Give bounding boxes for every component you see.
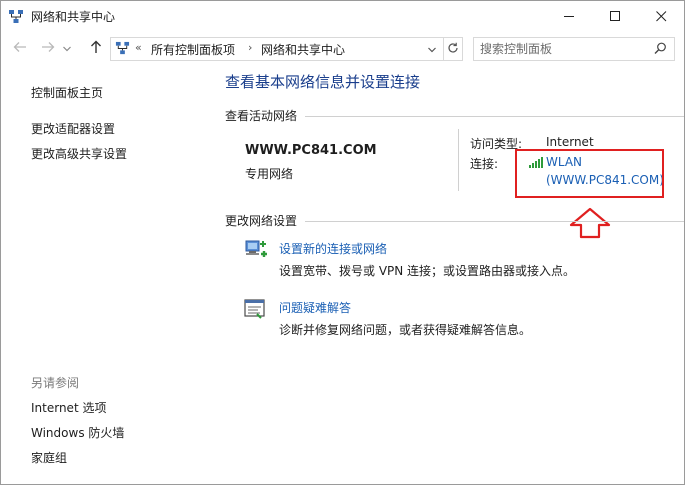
network-center-icon [8,9,24,25]
control-panel-icon [115,41,130,56]
address-bar[interactable]: « 所有控制面板项 › 网络和共享中心 [110,37,463,61]
breadcrumb-overflow[interactable]: « [135,41,142,54]
navigation-bar: « 所有控制面板项 › 网络和共享中心 [1,33,684,63]
troubleshoot-problems-description: 诊断并修复网络问题，或者获得疑难解答信息。 [279,323,532,337]
network-name: WWW.PC841.COM [245,143,377,158]
active-networks-header: 查看活动网络 [225,109,298,123]
sidebar-item-advanced-sharing[interactable]: 更改高级共享设置 [31,145,127,162]
access-type-value: Internet [546,135,594,149]
network-category: 专用网络 [245,167,294,181]
section-divider [305,116,684,117]
annotation-arrow-up-icon [569,207,611,242]
arrow-left-icon [13,41,27,56]
close-button[interactable] [638,1,684,31]
search-icon[interactable] [654,42,667,58]
main-content: 查看基本网络信息并设置连接 查看活动网络 WWW.PC841.COM 专用网络 … [223,65,684,484]
troubleshoot-icon [243,297,267,321]
vertical-divider [458,129,459,191]
chevron-down-icon [63,41,71,55]
window: 网络和共享中心 « 所有控制面板项 › 网络和共享中心 搜索控制面板 控制面板主… [0,0,685,485]
sidebar: 控制面板主页 更改适配器设置 更改高级共享设置 另请参阅 Internet 选项… [1,65,216,484]
annotation-highlight-box [515,149,664,198]
setup-new-connection-link[interactable]: 设置新的连接或网络 [279,240,387,257]
breadcrumb-all-items[interactable]: 所有控制面板项 [151,41,235,58]
sidebar-item-homegroup[interactable]: 家庭组 [31,449,67,466]
address-dropdown-button[interactable] [425,38,439,60]
minimize-button[interactable] [546,1,592,31]
chevron-down-icon [428,42,436,56]
search-box [473,37,675,61]
maximize-button[interactable] [592,1,638,31]
connections-label: 连接: [470,157,499,171]
close-icon [655,10,667,22]
title-bar: 网络和共享中心 [1,1,684,31]
arrow-up-icon [90,40,102,57]
new-connection-icon [243,238,267,262]
search-input[interactable] [480,40,645,57]
arrow-right-icon [41,41,55,56]
forward-button[interactable] [39,39,57,57]
troubleshoot-problems-link[interactable]: 问题疑难解答 [279,299,351,316]
window-title: 网络和共享中心 [31,10,116,24]
maximize-icon [609,10,621,22]
section-divider [305,221,684,222]
change-settings-header: 更改网络设置 [225,214,298,228]
see-also-heading: 另请参阅 [31,376,80,390]
page-title: 查看基本网络信息并设置连接 [225,73,421,91]
sidebar-item-internet-options[interactable]: Internet 选项 [31,399,106,416]
breadcrumb-current[interactable]: 网络和共享中心 [261,41,345,58]
up-button[interactable] [87,39,105,57]
sidebar-item-control-panel-home[interactable]: 控制面板主页 [31,84,103,101]
back-button[interactable] [11,39,29,57]
sidebar-item-windows-firewall[interactable]: Windows 防火墙 [31,424,124,441]
refresh-button[interactable] [443,38,462,60]
sidebar-item-adapter-settings[interactable]: 更改适配器设置 [31,120,115,137]
breadcrumb-separator[interactable]: › [248,41,252,54]
minimize-icon [563,11,575,22]
recent-locations-button[interactable] [61,39,73,57]
refresh-icon [447,42,459,57]
setup-new-connection-description: 设置宽带、拨号或 VPN 连接；或设置路由器或接入点。 [279,264,576,278]
